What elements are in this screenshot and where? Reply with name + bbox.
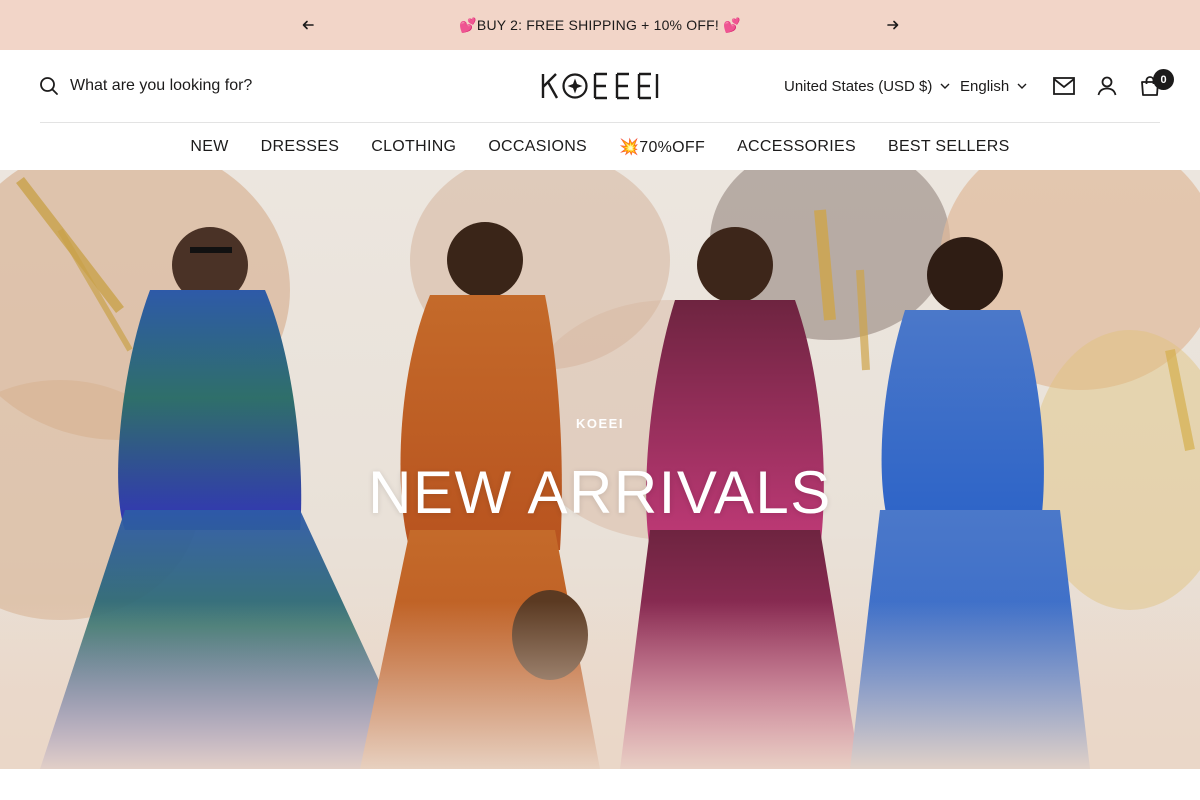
mail-icon[interactable] — [1050, 72, 1078, 100]
search-icon[interactable] — [38, 75, 60, 97]
next-announcement-button[interactable] — [873, 0, 913, 50]
nav-item-dresses[interactable]: DRESSES — [261, 138, 340, 156]
search-input[interactable]: What are you looking for? — [38, 72, 252, 100]
nav-item-new[interactable]: NEW — [190, 138, 228, 156]
chevron-down-icon — [1017, 83, 1027, 89]
hero-title: NEW ARRIVALS — [368, 459, 832, 526]
announcement-text[interactable]: 💕BUY 2: FREE SHIPPING + 10% OFF! 💕 — [0, 0, 1200, 50]
nav-item-best-sellers[interactable]: BEST SELLERS — [888, 138, 1010, 156]
nav-item-sale[interactable]: 💥70%OFF — [619, 137, 705, 157]
country-label: United States (USD $) — [784, 77, 933, 95]
search-placeholder: What are you looking for? — [70, 77, 253, 94]
arrow-right-icon — [887, 20, 899, 30]
previous-announcement-button[interactable] — [288, 0, 328, 50]
announcement-bar: 💕BUY 2: FREE SHIPPING + 10% OFF! 💕 — [0, 0, 1200, 50]
page-bottom-area — [0, 769, 1200, 800]
hero-banner[interactable]: KOEEI NEW ARRIVALS — [0, 170, 1200, 769]
language-label: English — [960, 77, 1010, 95]
nav-item-occasions[interactable]: OCCASIONS — [488, 138, 587, 156]
language-selector[interactable]: English — [960, 72, 1027, 100]
chevron-down-icon — [940, 83, 950, 89]
nav-item-accessories[interactable]: ACCESSORIES — [737, 138, 856, 156]
nav-item-clothing[interactable]: CLOTHING — [371, 138, 456, 156]
country-selector[interactable]: United States (USD $) — [784, 72, 950, 100]
hero-eyebrow: KOEEI — [576, 416, 624, 431]
site-logo[interactable] — [540, 70, 660, 102]
cart-count-badge: 0 — [1153, 69, 1174, 90]
account-icon[interactable] — [1093, 72, 1121, 100]
arrow-left-icon — [302, 20, 314, 30]
site-header: What are you looking for? United States … — [0, 50, 1200, 170]
main-navigation: NEW DRESSES CLOTHING OCCASIONS 💥70%OFF A… — [0, 123, 1200, 170]
